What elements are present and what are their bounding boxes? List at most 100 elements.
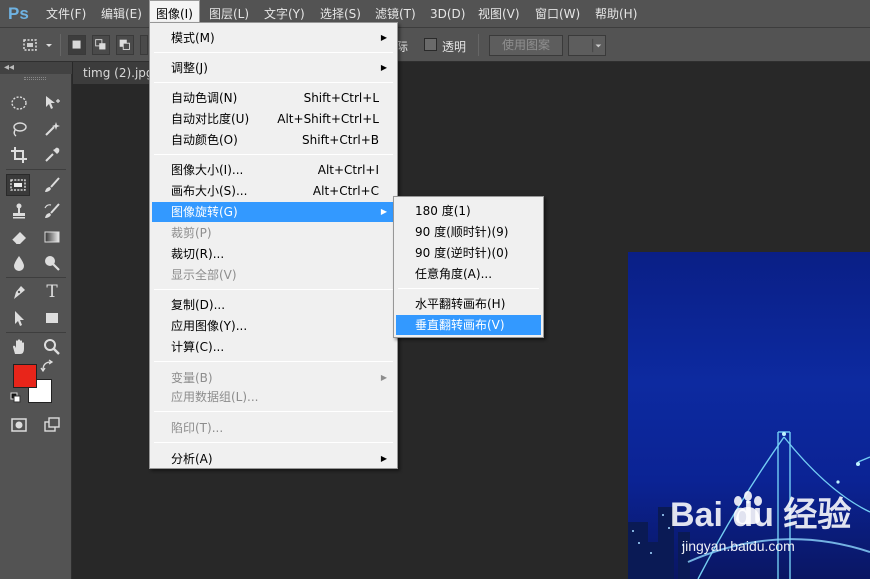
submenu-arrow-icon: ▶	[380, 63, 387, 72]
menu-item-auto-contrast[interactable]: 自动对比度(U) Alt+Shift+Ctrl+L	[152, 109, 395, 129]
menu-item-shortcut: Alt+Ctrl+C	[312, 184, 379, 198]
blur-icon[interactable]	[7, 252, 31, 274]
menu-item-analysis[interactable]: 分析(A) ▶	[152, 449, 395, 469]
type-icon[interactable]: T	[40, 281, 64, 303]
move-icon[interactable]	[40, 92, 64, 114]
menu-item-label: 分析(A)	[171, 452, 213, 466]
new-selection-button[interactable]	[68, 35, 86, 55]
menu-item-mode[interactable]: 模式(M) ▶	[152, 28, 395, 48]
menu-item-shortcut: Alt+Ctrl+I	[317, 163, 379, 177]
menu-item-auto-color[interactable]: 自动颜色(O) Shift+Ctrl+B	[152, 130, 395, 150]
lasso-icon[interactable]	[7, 118, 31, 140]
gradient-icon[interactable]	[40, 226, 64, 248]
default-colors-icon[interactable]	[10, 392, 22, 404]
submenu-arrow-icon: ▶	[380, 454, 387, 463]
menu-view[interactable]: 视图(V)	[472, 0, 526, 28]
options-divider	[60, 34, 61, 56]
eraser-icon[interactable]	[7, 226, 31, 248]
tools-panel: ◂◂ T	[0, 62, 72, 579]
watermark-url: jingyan.baidu.com	[682, 538, 795, 554]
menu-item-label: 陷印(T)...	[171, 421, 224, 435]
collapse-icon[interactable]: ◂◂	[4, 62, 14, 74]
menu-item-apply-image[interactable]: 应用图像(Y)...	[152, 316, 395, 336]
swap-colors-icon[interactable]	[40, 358, 56, 374]
foreground-color-swatch[interactable]	[13, 364, 37, 388]
brush-icon[interactable]	[40, 174, 64, 196]
menu-item-crop[interactable]: 裁剪(P)	[152, 223, 395, 243]
intersect-selection-button[interactable]	[140, 35, 148, 55]
menu-separator	[154, 442, 393, 443]
stamp-icon[interactable]	[7, 200, 31, 222]
transparent-checkbox[interactable]	[424, 38, 437, 51]
menu-item-shortcut: Shift+Ctrl+L	[303, 91, 379, 105]
pen-icon[interactable]	[7, 281, 31, 303]
menu-item-label: 图像旋转(G)	[171, 205, 238, 219]
flip-canvas-horizontal-item[interactable]: 水平翻转画布(H)	[396, 294, 541, 314]
rotate-180-item[interactable]: 180 度(1)	[396, 201, 541, 221]
history-brush-icon[interactable]	[40, 200, 64, 222]
menu-edit[interactable]: 编辑(E)	[95, 0, 148, 28]
menu-item-label: 画布大小(S)...	[171, 184, 248, 198]
menu-item-canvas-size[interactable]: 画布大小(S)... Alt+Ctrl+C	[152, 181, 395, 201]
menu-item-calculations[interactable]: 计算(C)...	[152, 337, 395, 357]
dodge-icon[interactable]	[40, 252, 64, 274]
eyedropper-icon[interactable]	[40, 144, 64, 166]
rotate-90-ccw-item[interactable]: 90 度(逆时针)(0)	[396, 243, 541, 263]
transparent-label: 透明	[442, 40, 467, 54]
menu-item-image-rotation[interactable]: 图像旋转(G) ▶	[152, 202, 395, 222]
document-tab[interactable]: timg (2).jpg	[73, 62, 155, 84]
menu-item-label: 复制(D)...	[171, 298, 226, 312]
menu-item-label: 90 度(顺时针)(9)	[415, 225, 509, 239]
menu-item-auto-tone[interactable]: 自动色调(N) Shift+Ctrl+L	[152, 88, 395, 108]
menu-separator	[154, 154, 393, 155]
arbitrary-rotation-item[interactable]: 任意角度(A)...	[396, 264, 541, 284]
menu-window[interactable]: 窗口(W)	[529, 0, 586, 28]
options-divider	[478, 34, 479, 56]
menu-item-label: 180 度(1)	[415, 204, 471, 218]
menu-item-reveal-all[interactable]: 显示全部(V)	[152, 265, 395, 285]
quick-mask-icon[interactable]	[7, 414, 31, 436]
path-select-icon[interactable]	[7, 307, 31, 329]
patch-tool-preset-icon[interactable]	[21, 36, 39, 54]
menu-item-label: 自动颜色(O)	[171, 133, 238, 147]
rectangle-icon[interactable]	[40, 307, 64, 329]
submenu-arrow-icon: ▶	[380, 207, 387, 216]
menu-item-trap[interactable]: 陷印(T)...	[152, 418, 395, 438]
preset-dropdown-arrow-icon[interactable]	[44, 36, 54, 54]
menu-3d[interactable]: 3D(D)	[424, 0, 471, 28]
pattern-picker-dropdown[interactable]	[568, 35, 606, 56]
rotate-90-cw-item[interactable]: 90 度(顺时针)(9)	[396, 222, 541, 242]
menu-item-label: 计算(C)...	[171, 340, 225, 354]
flip-canvas-vertical-item[interactable]: 垂直翻转画布(V)	[396, 315, 541, 335]
menu-file[interactable]: 文件(F)	[40, 0, 92, 28]
ellipse-marquee-icon[interactable]	[7, 92, 31, 114]
toolbar-divider	[6, 169, 66, 170]
menu-item-duplicate[interactable]: 复制(D)...	[152, 295, 395, 315]
baidu-jingyan-watermark: Bai du 经验 jingyan.baidu.com	[664, 485, 870, 579]
type-tool-glyph: T	[46, 282, 58, 302]
use-pattern-button[interactable]: 使用图案	[489, 35, 564, 56]
subtract-from-selection-button[interactable]	[116, 35, 134, 55]
hand-icon[interactable]	[7, 336, 31, 358]
menu-item-image-size[interactable]: 图像大小(I)... Alt+Ctrl+I	[152, 160, 395, 180]
patch-icon[interactable]	[6, 174, 30, 196]
toolbar-divider	[6, 332, 66, 333]
menu-separator	[154, 82, 393, 83]
panel-grip[interactable]	[24, 77, 46, 80]
menu-item-shortcut: Shift+Ctrl+B	[302, 133, 379, 147]
photoshop-logo: Ps	[8, 4, 29, 23]
screen-mode-icon[interactable]	[40, 414, 64, 436]
menu-help[interactable]: 帮助(H)	[589, 0, 643, 28]
options-bar: 际 透明 使用图案	[0, 28, 870, 62]
add-to-selection-button[interactable]	[92, 35, 110, 55]
zoom-icon[interactable]	[40, 336, 64, 358]
menu-item-label: 显示全部(V)	[171, 268, 237, 282]
menu-item-label: 垂直翻转画布(V)	[415, 318, 505, 332]
menu-item-apply-data-set[interactable]: 应用数据组(L)...	[152, 387, 395, 407]
menu-item-adjustments[interactable]: 调整(J) ▶	[152, 58, 395, 78]
crop-icon[interactable]	[7, 144, 31, 166]
menu-item-variables[interactable]: 变量(B) ▶	[152, 368, 395, 388]
menu-item-label: 任意角度(A)...	[415, 267, 493, 281]
magic-wand-icon[interactable]	[40, 118, 64, 140]
menu-item-trim[interactable]: 裁切(R)...	[152, 244, 395, 264]
